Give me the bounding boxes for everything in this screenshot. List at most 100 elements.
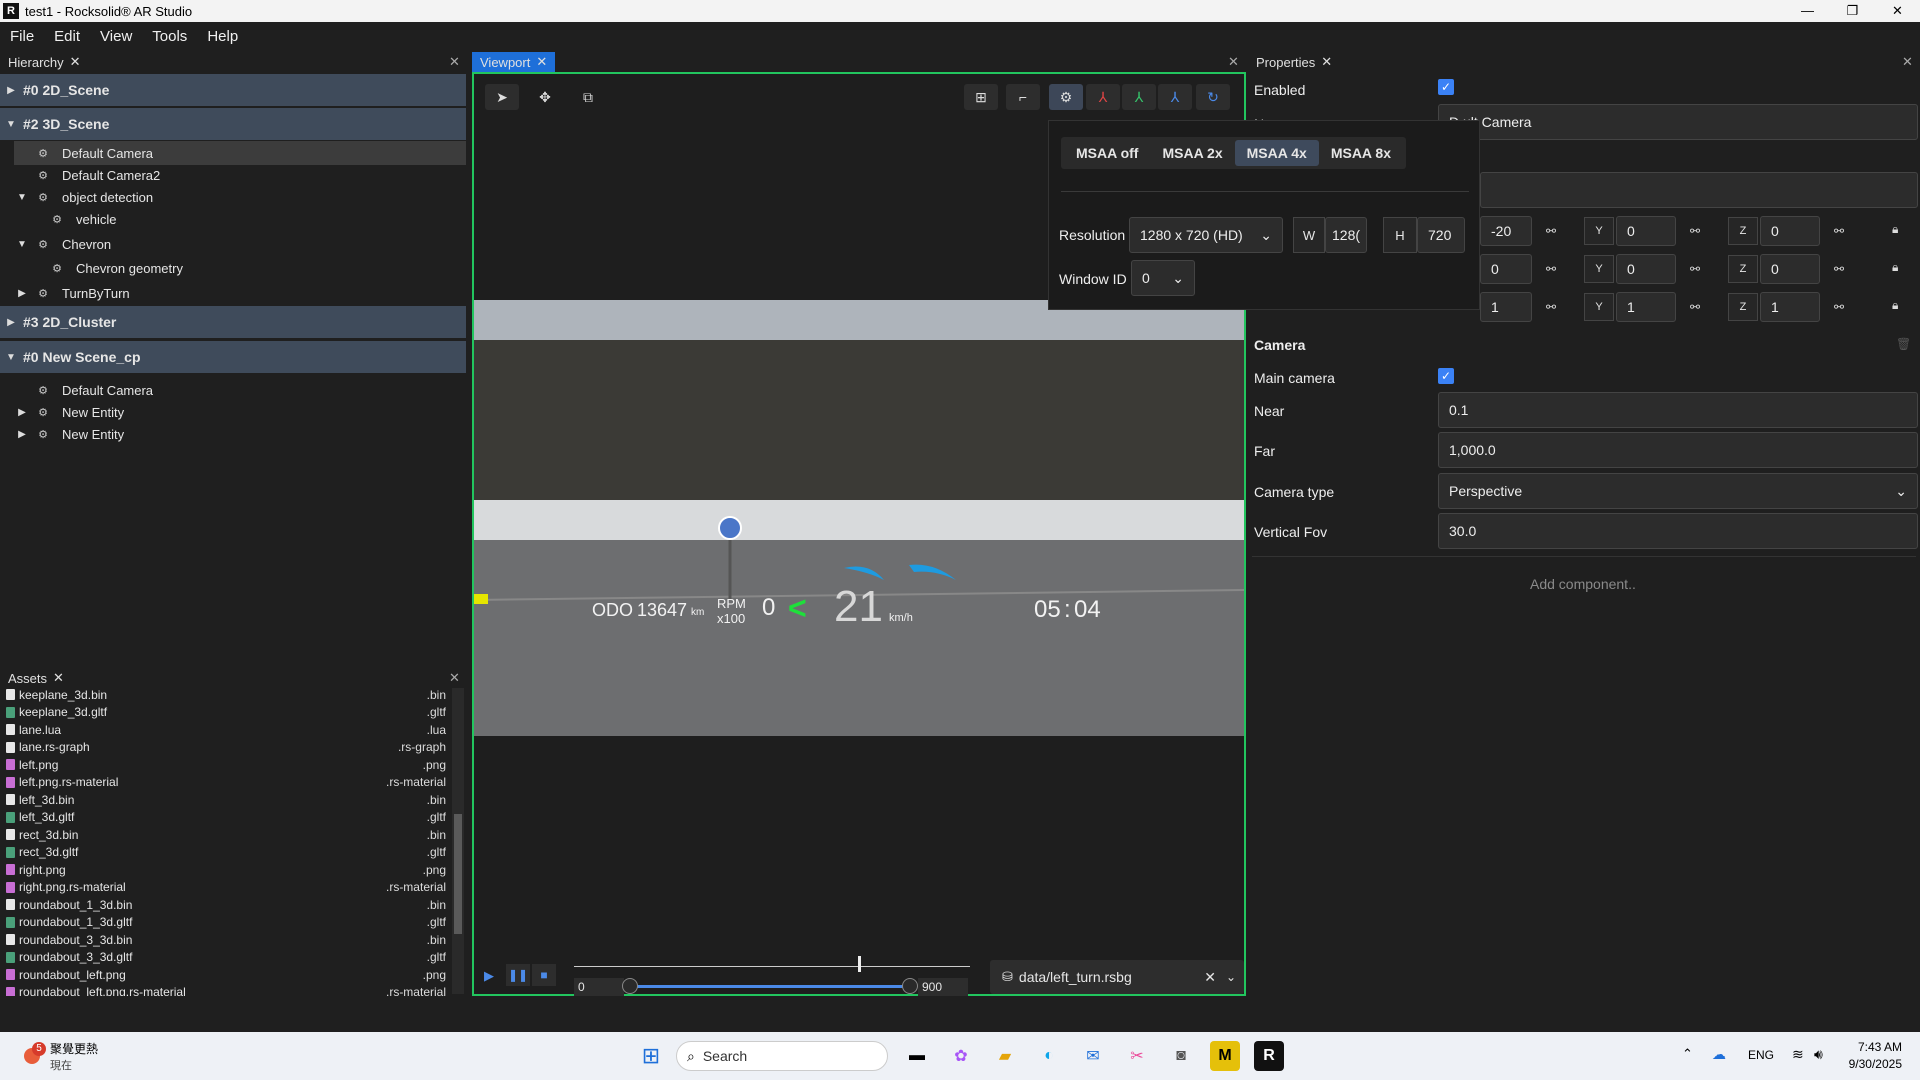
enabled-checkbox[interactable]: ✓ [1438, 79, 1454, 95]
menu-tools[interactable]: Tools [142, 28, 197, 45]
menu-edit[interactable]: Edit [44, 28, 90, 45]
expand-arrow-icon[interactable]: ▶ [16, 288, 28, 299]
range-start-handle[interactable] [622, 978, 638, 994]
tab-assets[interactable]: Assets ✕ [0, 668, 466, 688]
range-end-field[interactable]: 900 [918, 978, 968, 996]
axis-y-view-button[interactable]: ⅄ [1122, 84, 1156, 110]
add-component-button[interactable]: Add component.. [1530, 576, 1636, 592]
range-end-handle[interactable] [902, 978, 918, 994]
asset-item[interactable]: right.png.rs-material .rs-material [0, 879, 446, 897]
expand-arrow-icon[interactable]: ▶ [5, 317, 17, 328]
file-explorer-icon[interactable]: ▰ [990, 1041, 1020, 1071]
notification-widget[interactable]: 5 [20, 1042, 46, 1068]
chevron-down-icon[interactable]: ⌄ [1226, 970, 1236, 984]
close-panel-icon[interactable]: ✕ [449, 670, 460, 686]
copilot-icon[interactable]: ✿ [946, 1041, 976, 1071]
refresh-icon[interactable]: ↻ [1196, 84, 1230, 110]
layout-toggle-button[interactable]: ⊞ [964, 84, 998, 110]
asset-item[interactable]: roundabout_left.png.rs-material .rs-mater… [0, 984, 446, 996]
tree-item-vehicle[interactable]: ⚙ vehicle [0, 207, 466, 231]
clear-icon[interactable]: ✕ [1204, 969, 1216, 986]
close-icon[interactable]: ✕ [70, 54, 81, 70]
scale-z-field[interactable]: 1 [1760, 292, 1820, 322]
onedrive-icon[interactable]: ☁ [1712, 1046, 1726, 1063]
asset-item[interactable]: left_3d.bin .bin [0, 791, 446, 809]
scrollbar-thumb[interactable] [454, 814, 462, 934]
far-field[interactable]: 1,000.0 [1438, 432, 1918, 468]
rotation-x-field[interactable]: 0 [1480, 254, 1532, 284]
tree-item-chevron-geometry[interactable]: ⚙ Chevron geometry [0, 256, 466, 280]
menu-help[interactable]: Help [197, 28, 248, 45]
collapse-arrow-icon[interactable]: ▼ [16, 239, 28, 250]
delete-component-icon[interactable]: 🗑︎ [1896, 337, 1911, 351]
asset-item[interactable]: rect_3d.bin .bin [0, 826, 446, 844]
timeline-ruler[interactable] [574, 966, 970, 967]
asset-item[interactable]: roundabout_left.png .png [0, 966, 446, 984]
link-icon[interactable]: ⚯ [1834, 262, 1844, 276]
tray-chevron-up-icon[interactable]: ⌃ [1682, 1046, 1693, 1062]
close-icon[interactable]: ✕ [53, 670, 64, 686]
outlook-icon[interactable]: ✉ [1078, 1041, 1108, 1071]
position-z-field[interactable]: 0 [1760, 216, 1820, 246]
asset-item[interactable]: keeplane_3d.bin .bin [0, 686, 446, 704]
close-panel-icon[interactable]: ✕ [449, 54, 460, 70]
near-field[interactable]: 0.1 [1438, 392, 1918, 428]
close-icon[interactable]: ✕ [536, 54, 547, 70]
asset-item[interactable]: left_3d.gltf .gltf [0, 809, 446, 827]
lock-icon[interactable]: 🔒︎ [1892, 260, 1898, 275]
tree-item-chevron[interactable]: ▼ ⚙ Chevron [0, 232, 466, 256]
snipping-tool-icon[interactable]: ✂ [1122, 1041, 1152, 1071]
recording-file-selector[interactable]: ⛁ data/left_turn.rsbg ✕ ⌄ [990, 960, 1244, 994]
start-button[interactable]: ⊞ [636, 1041, 666, 1071]
tab-properties[interactable]: Properties ✕ [1248, 52, 1920, 72]
expand-arrow-icon[interactable]: ▶ [16, 429, 28, 440]
tree-scene-2d[interactable]: ▶ #0 2D_Scene [0, 74, 466, 106]
pause-button[interactable]: ❚❚ [506, 964, 530, 986]
vertical-fov-field[interactable]: 30.0 [1438, 513, 1918, 549]
msaa-2x-option[interactable]: MSAA 2x [1150, 140, 1234, 166]
expand-arrow-icon[interactable]: ▶ [5, 85, 17, 96]
menu-file[interactable]: File [0, 28, 44, 45]
link-icon[interactable]: ⚯ [1834, 300, 1844, 314]
minimize-button[interactable]: — [1785, 0, 1830, 22]
tree-item-new-entity[interactable]: ▶ ⚙ New Entity [0, 422, 466, 446]
timeline-playhead[interactable] [858, 956, 861, 972]
asset-item[interactable]: keeplane_3d.gltf .gltf [0, 704, 446, 722]
camera-app-icon[interactable]: ◙ [1166, 1041, 1196, 1071]
m-app-icon[interactable]: M [1210, 1041, 1240, 1071]
clock-time[interactable]: 7:43 AM [1842, 1040, 1902, 1054]
clock-date[interactable]: 9/30/2025 [1842, 1057, 1902, 1071]
link-icon[interactable]: ⚯ [1834, 224, 1844, 238]
guides-toggle-button[interactable]: ⌐ [1006, 84, 1040, 110]
tag-field[interactable] [1480, 172, 1918, 208]
asset-item[interactable]: left.png .png [0, 756, 446, 774]
asset-item[interactable]: roundabout_3_3d.gltf .gltf [0, 949, 446, 967]
link-icon[interactable]: ⚯ [1690, 262, 1700, 276]
window-id-select[interactable]: 0 ⌄ [1131, 260, 1195, 296]
render-settings-button[interactable]: ⚙ [1049, 84, 1083, 110]
position-y-field[interactable]: 0 [1616, 216, 1676, 246]
scale-x-field[interactable]: 1 [1480, 292, 1532, 322]
asset-item[interactable]: left.png.rs-material .rs-material [0, 774, 446, 792]
asset-item[interactable]: roundabout_1_3d.gltf .gltf [0, 914, 446, 932]
name-field[interactable]: D ult Camera [1438, 104, 1918, 140]
collapse-arrow-icon[interactable]: ▼ [16, 192, 28, 203]
close-icon[interactable]: ✕ [1321, 54, 1332, 70]
assets-scrollbar[interactable] [452, 688, 464, 994]
maximize-button[interactable]: ❐ [1830, 0, 1875, 22]
asset-item[interactable]: lane.lua .lua [0, 721, 446, 739]
close-window-button[interactable]: ✕ [1875, 0, 1920, 22]
tree-item-default-camera2[interactable]: ⚙ Default Camera2 [0, 163, 466, 187]
main-camera-checkbox[interactable]: ✓ [1438, 368, 1454, 384]
rocksolid-app-icon[interactable]: R [1254, 1041, 1284, 1071]
asset-item[interactable]: roundabout_1_3d.bin .bin [0, 896, 446, 914]
axis-x-view-button[interactable]: ⅄ [1086, 84, 1120, 110]
tab-viewport[interactable]: Viewport ✕ [472, 52, 556, 72]
tree-item-object-detection[interactable]: ▼ ⚙ object detection [0, 185, 466, 209]
tree-scene-new-scene-cp[interactable]: ▼ #0 New Scene_cp [0, 341, 466, 373]
axis-z-view-button[interactable]: ⅄ [1158, 84, 1192, 110]
expand-arrow-icon[interactable]: ▶ [16, 407, 28, 418]
msaa-off-option[interactable]: MSAA off [1064, 140, 1150, 166]
task-view-icon[interactable]: ▬ [902, 1041, 932, 1071]
asset-item[interactable]: lane.rs-graph .rs-graph [0, 739, 446, 757]
